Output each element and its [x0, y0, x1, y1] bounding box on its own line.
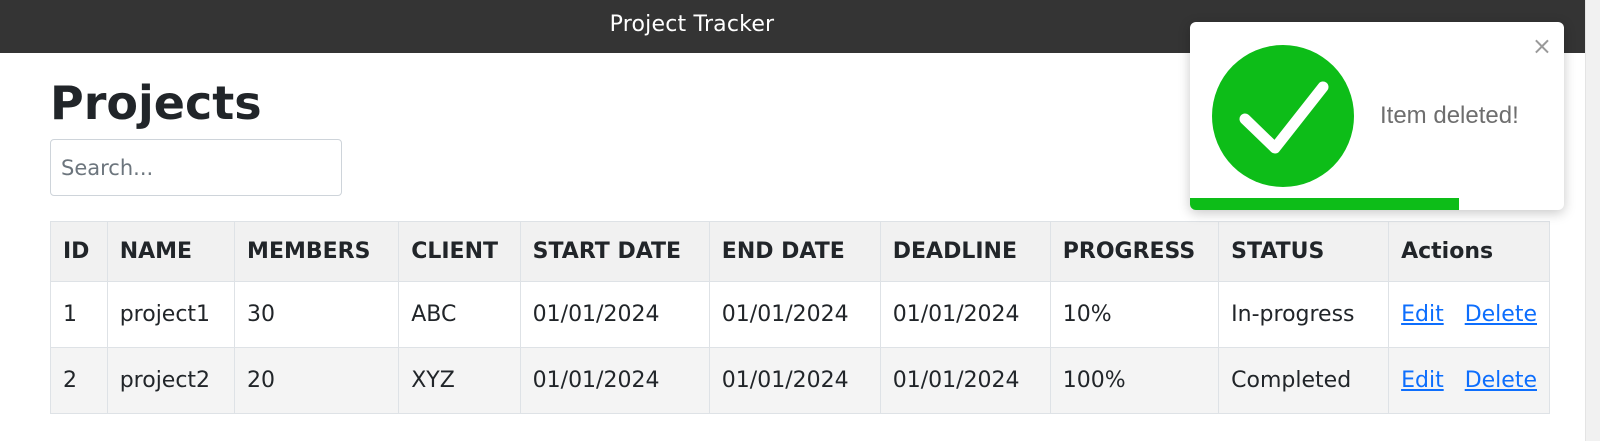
app-title: Project Tracker: [609, 12, 775, 37]
column-header-start-date: START DATE: [519, 221, 710, 282]
column-header-id: ID: [50, 221, 108, 282]
success-toast: × Item deleted!: [1190, 22, 1564, 210]
page-title: Projects: [50, 76, 262, 130]
cell-actions: Edit Delete: [1388, 281, 1550, 348]
delete-link[interactable]: Delete: [1465, 368, 1537, 393]
cell-start-date: 01/01/2024: [519, 347, 710, 414]
cell-status: Completed: [1218, 347, 1390, 414]
edit-link[interactable]: Edit: [1401, 302, 1444, 327]
table-row: 1 project1 30 ABC 01/01/2024 01/01/2024 …: [50, 281, 1550, 348]
vertical-scrollbar[interactable]: [1585, 0, 1600, 441]
cell-progress: 100%: [1049, 347, 1220, 414]
cell-deadline: 01/01/2024: [879, 281, 1051, 348]
cell-end-date: 01/01/2024: [708, 347, 881, 414]
toast-message: Item deleted!: [1380, 102, 1519, 129]
table-row: 2 project2 20 XYZ 01/01/2024 01/01/2024 …: [50, 347, 1550, 414]
column-header-deadline: DEADLINE: [879, 221, 1051, 282]
cell-end-date: 01/01/2024: [708, 281, 881, 348]
cell-id: 1: [50, 281, 108, 348]
delete-link[interactable]: Delete: [1465, 302, 1537, 327]
close-icon[interactable]: ×: [1532, 34, 1552, 58]
column-header-actions: Actions: [1388, 221, 1550, 282]
column-header-client: CLIENT: [398, 221, 521, 282]
toast-timer-fill: [1190, 198, 1460, 210]
table-header-row: ID NAME MEMBERS CLIENT START DATE END DA…: [50, 221, 1550, 282]
cell-start-date: 01/01/2024: [519, 281, 710, 348]
cell-progress: 10%: [1049, 281, 1220, 348]
cell-actions: Edit Delete: [1388, 347, 1550, 414]
column-header-progress: PROGRESS: [1049, 221, 1220, 282]
cell-name: project2: [106, 347, 236, 414]
column-header-members: MEMBERS: [234, 221, 400, 282]
search-input[interactable]: [50, 139, 342, 196]
column-header-end-date: END DATE: [708, 221, 881, 282]
cell-members: 30: [234, 281, 400, 348]
column-header-name: NAME: [106, 221, 236, 282]
cell-client: ABC: [398, 281, 521, 348]
cell-name: project1: [106, 281, 236, 348]
cell-members: 20: [234, 347, 400, 414]
cell-deadline: 01/01/2024: [879, 347, 1051, 414]
cell-status: In-progress: [1218, 281, 1390, 348]
cell-id: 2: [50, 347, 108, 414]
edit-link[interactable]: Edit: [1401, 368, 1444, 393]
column-header-status: STATUS: [1218, 221, 1390, 282]
toast-timer-bar: [1190, 198, 1564, 210]
cell-client: XYZ: [398, 347, 521, 414]
projects-table: ID NAME MEMBERS CLIENT START DATE END DA…: [50, 221, 1550, 414]
check-circle-icon: [1212, 45, 1354, 187]
